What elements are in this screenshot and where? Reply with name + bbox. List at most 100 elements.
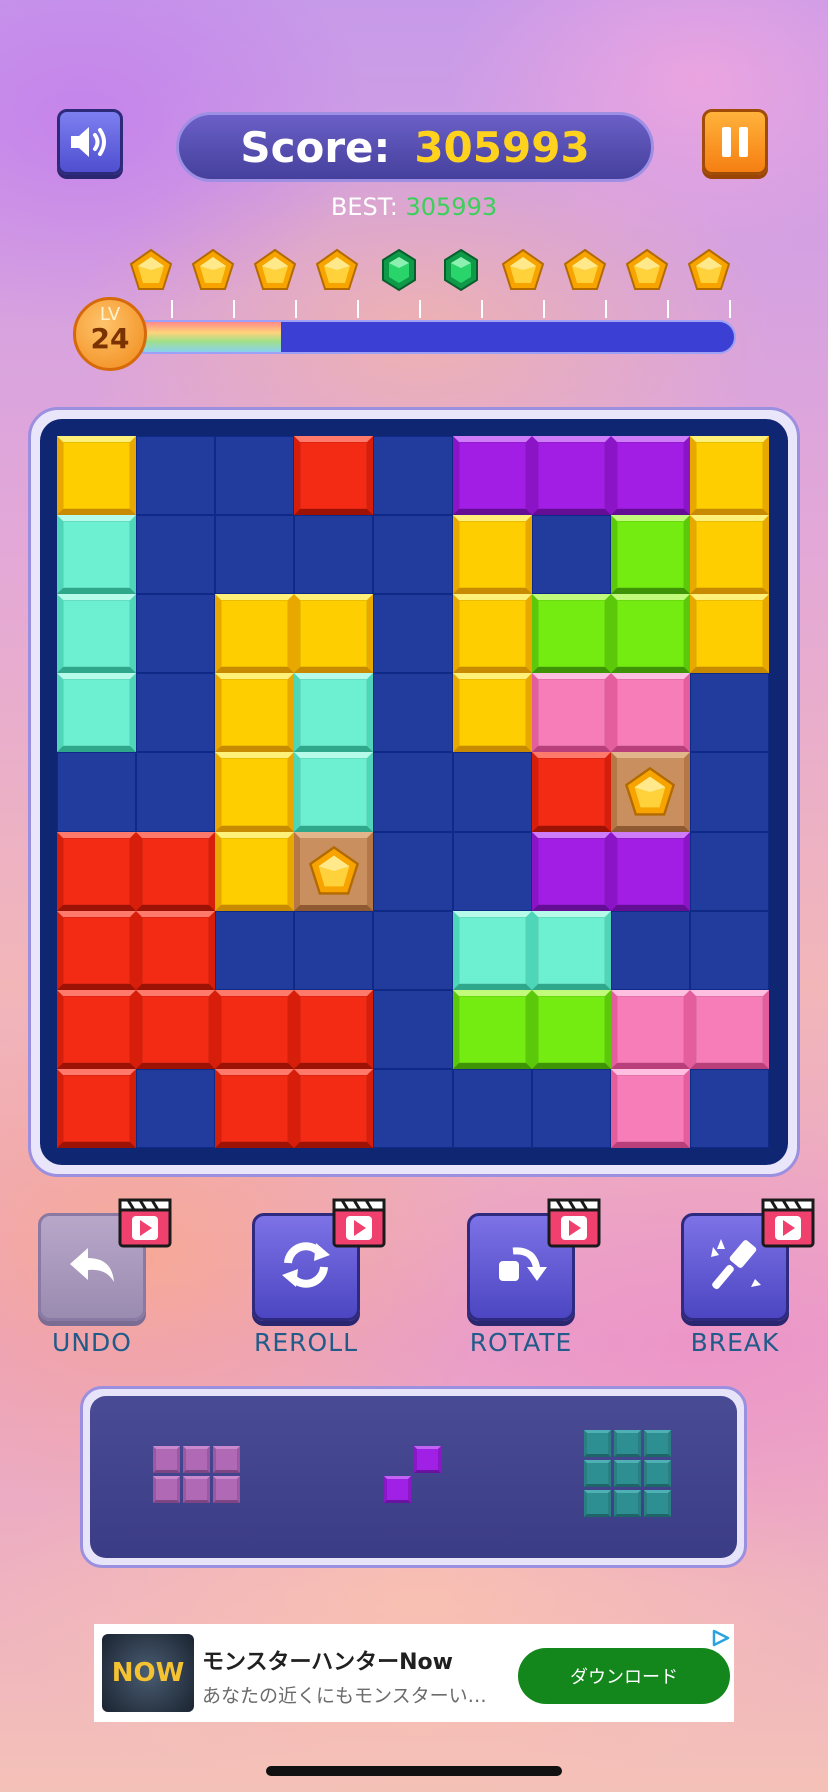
board-cell-empty[interactable] <box>452 752 532 832</box>
board-block[interactable] <box>610 594 690 674</box>
piece-diagonal-purple[interactable] <box>384 1446 444 1506</box>
board-block[interactable] <box>689 989 769 1069</box>
board-block[interactable] <box>57 515 137 595</box>
board-block[interactable] <box>215 989 295 1069</box>
board-block[interactable] <box>452 673 532 753</box>
best-value: 305993 <box>405 193 498 221</box>
board-block[interactable] <box>294 1068 374 1148</box>
board-block[interactable] <box>215 1068 295 1148</box>
score-value: 305993 <box>414 122 590 172</box>
board-block[interactable] <box>136 989 216 1069</box>
board-block[interactable] <box>57 831 137 911</box>
board-block[interactable] <box>531 673 611 753</box>
ad-download-button[interactable]: ダウンロード <box>518 1648 730 1704</box>
board-block[interactable] <box>57 436 137 516</box>
piece-3x3-teal[interactable] <box>584 1430 674 1520</box>
board-cell-empty[interactable] <box>689 673 769 753</box>
milestone-gold-gem-icon <box>625 248 669 292</box>
board-cell-empty[interactable] <box>452 1068 532 1148</box>
board-cell-empty[interactable] <box>215 436 295 516</box>
board-block[interactable] <box>452 515 532 595</box>
board-cell-empty[interactable] <box>215 910 295 990</box>
board-cell-gem-icon[interactable] <box>610 752 690 832</box>
piece-block <box>213 1476 240 1503</box>
board-block[interactable] <box>689 436 769 516</box>
board-cell-empty[interactable] <box>373 673 453 753</box>
board-cell-gem-icon[interactable] <box>294 831 374 911</box>
board-block[interactable] <box>294 436 374 516</box>
board-cell-empty[interactable] <box>373 1068 453 1148</box>
board-block[interactable] <box>531 594 611 674</box>
board-block[interactable] <box>531 436 611 516</box>
board-cell-empty[interactable] <box>136 673 216 753</box>
board-block[interactable] <box>531 831 611 911</box>
board-block[interactable] <box>610 673 690 753</box>
board-cell-empty[interactable] <box>689 910 769 990</box>
board-block[interactable] <box>294 989 374 1069</box>
board-block[interactable] <box>57 989 137 1069</box>
board-cell-empty[interactable] <box>294 515 374 595</box>
adchoices-icon[interactable] <box>710 1628 732 1648</box>
board-block[interactable] <box>215 752 295 832</box>
board-block[interactable] <box>610 989 690 1069</box>
board-cell-empty[interactable] <box>136 1068 216 1148</box>
board-cell-empty[interactable] <box>373 594 453 674</box>
board-block[interactable] <box>689 594 769 674</box>
board-block[interactable] <box>610 1068 690 1148</box>
board-cell-empty[interactable] <box>373 436 453 516</box>
board-cell-empty[interactable] <box>373 831 453 911</box>
board-block[interactable] <box>136 831 216 911</box>
board-cell-empty[interactable] <box>373 989 453 1069</box>
board-cell-empty[interactable] <box>136 515 216 595</box>
board-cell-empty[interactable] <box>373 515 453 595</box>
board-block[interactable] <box>610 831 690 911</box>
board-cell-empty[interactable] <box>136 594 216 674</box>
pause-icon <box>722 127 748 157</box>
board-block[interactable] <box>689 515 769 595</box>
milestone-gold-gem-icon <box>253 248 297 292</box>
board-block[interactable] <box>215 831 295 911</box>
board-cell-empty[interactable] <box>531 1068 611 1148</box>
board-block[interactable] <box>57 910 137 990</box>
video-ad-clapper-icon <box>332 1198 386 1248</box>
board-cell-empty[interactable] <box>531 515 611 595</box>
piece-2x3-pink[interactable] <box>153 1446 243 1506</box>
ad-banner[interactable]: NOW モンスターハンターNow あなたの近くにもモンスターい… ダウンロード <box>94 1624 734 1722</box>
board-block[interactable] <box>452 436 532 516</box>
board-block[interactable] <box>452 989 532 1069</box>
board-cell-empty[interactable] <box>136 436 216 516</box>
board-cell-empty[interactable] <box>689 752 769 832</box>
board-block[interactable] <box>610 436 690 516</box>
board-cell-empty[interactable] <box>452 831 532 911</box>
break-label: BREAK <box>690 1328 780 1357</box>
board-block[interactable] <box>57 1068 137 1148</box>
milestone-green-gem-icon <box>439 248 483 292</box>
board-block[interactable] <box>531 989 611 1069</box>
board-block[interactable] <box>136 910 216 990</box>
board-block[interactable] <box>57 594 137 674</box>
sound-button[interactable] <box>57 109 123 175</box>
board-block[interactable] <box>215 673 295 753</box>
pause-button[interactable] <box>702 109 768 175</box>
board-cell-empty[interactable] <box>689 831 769 911</box>
board-block[interactable] <box>452 594 532 674</box>
board-block[interactable] <box>294 752 374 832</box>
board-cell-empty[interactable] <box>610 910 690 990</box>
board-cell-empty[interactable] <box>136 752 216 832</box>
board-block[interactable] <box>294 673 374 753</box>
board-block[interactable] <box>57 673 137 753</box>
board-cell-empty[interactable] <box>373 910 453 990</box>
board-block[interactable] <box>215 594 295 674</box>
reroll-label: REROLL <box>253 1328 359 1357</box>
board-cell-empty[interactable] <box>294 910 374 990</box>
board-cell-empty[interactable] <box>689 1068 769 1148</box>
board-block[interactable] <box>531 752 611 832</box>
board-cell-empty[interactable] <box>373 752 453 832</box>
board-block[interactable] <box>452 910 532 990</box>
board-cell-empty[interactable] <box>215 515 295 595</box>
board-cell-empty[interactable] <box>57 752 137 832</box>
board-block[interactable] <box>531 910 611 990</box>
board-block[interactable] <box>610 515 690 595</box>
board-block[interactable] <box>294 594 374 674</box>
game-board[interactable] <box>57 436 769 1148</box>
